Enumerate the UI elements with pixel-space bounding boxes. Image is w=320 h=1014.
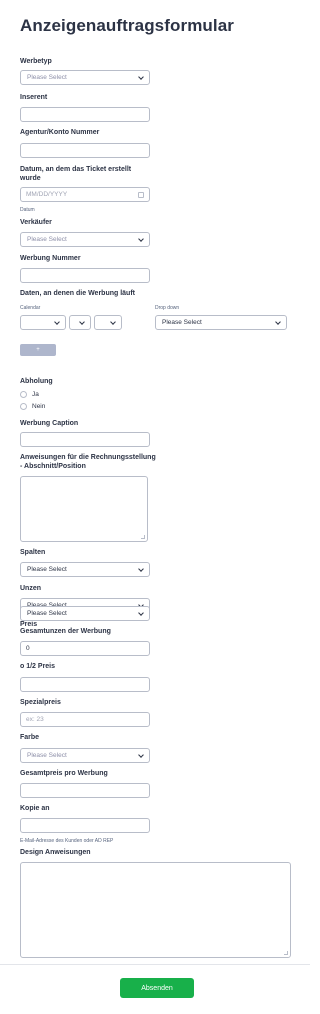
gesamtunzen-input[interactable]: 0	[20, 641, 150, 656]
agentur-input[interactable]	[20, 143, 150, 158]
chevron-down-icon	[138, 235, 144, 242]
abholung-label: Abholung	[20, 378, 53, 385]
gesamtunzen-value: 0	[26, 645, 30, 652]
werbetyp-value: Please Select	[27, 74, 67, 81]
abholung-option-label: Nein	[32, 403, 46, 410]
chevron-down-icon	[110, 318, 116, 325]
inserent-input[interactable]	[20, 107, 150, 122]
halb-preis-label: o 1/2 Preis	[20, 663, 56, 670]
anweisungen-textarea[interactable]	[20, 476, 148, 542]
day-select[interactable]	[69, 315, 91, 330]
spalten-value: Please Select	[27, 566, 67, 573]
farbe-select[interactable]: Please Select	[20, 748, 150, 763]
verkaeufer-value: Please Select	[27, 236, 67, 243]
daten-dropdown-value: Please Select	[162, 319, 202, 326]
add-date-button[interactable]: +	[20, 344, 56, 356]
design-textarea[interactable]	[20, 862, 291, 958]
caption-label: Werbung Caption	[20, 420, 79, 427]
kopie-label: Kopie an	[20, 805, 50, 812]
datum-placeholder: MM/DD/YYYY	[26, 191, 68, 198]
chevron-down-icon	[79, 318, 85, 325]
spezialpreis-label: Spezialpreis	[20, 699, 61, 706]
resize-handle-icon[interactable]	[141, 535, 145, 539]
inserent-label: Inserent	[20, 94, 48, 101]
datum-sublabel: Datum	[20, 207, 35, 213]
datum-label-line2: wurde	[20, 175, 41, 182]
month-select[interactable]	[20, 315, 66, 330]
chevron-down-icon	[138, 609, 144, 616]
unzen-label: Unzen	[20, 585, 41, 592]
chevron-down-icon	[138, 565, 144, 572]
gesamtpreis-label: Gesamtpreis pro Werbung	[20, 770, 108, 777]
anweisungen-label-line1: Anweisungen für die Rechnungsstellung	[20, 454, 156, 461]
abholung-option-nein[interactable]: Nein	[20, 403, 45, 410]
calendar-icon[interactable]	[138, 191, 144, 198]
caption-input[interactable]	[20, 432, 150, 447]
daten-dropdown-select[interactable]: Please Select	[155, 315, 287, 330]
preis-select[interactable]: Please Select	[20, 606, 150, 621]
verkaeufer-select[interactable]: Please Select	[20, 232, 150, 247]
year-select[interactable]	[94, 315, 122, 330]
werbung-nummer-label: Werbung Nummer	[20, 255, 81, 262]
kopie-sublabel: E-Mail-Adresse des Kunden oder AD REP	[20, 838, 114, 844]
preis-value: Please Select	[27, 610, 67, 617]
dropdown-label: Drop down	[155, 305, 180, 311]
radio-icon[interactable]	[20, 391, 27, 398]
kopie-input[interactable]	[20, 818, 150, 833]
abholung-option-label: Ja	[32, 391, 39, 398]
page-title: Anzeigenauftragsformular	[20, 16, 234, 35]
daten-label: Daten, an denen die Werbung läuft	[20, 290, 135, 297]
resize-handle-icon[interactable]	[284, 951, 288, 955]
chevron-down-icon	[138, 73, 144, 80]
farbe-label: Farbe	[20, 734, 40, 741]
chevron-down-icon	[275, 318, 281, 325]
spalten-label: Spalten	[20, 549, 46, 556]
gesamtpreis-input[interactable]	[20, 783, 150, 798]
datum-input[interactable]: MM/DD/YYYY	[20, 187, 150, 202]
werbetyp-select[interactable]: Please Select	[20, 70, 150, 85]
halb-preis-input[interactable]	[20, 677, 150, 692]
chevron-down-icon	[138, 751, 144, 758]
datum-label-line1: Datum, an dem das Ticket erstellt	[20, 166, 132, 173]
werbetyp-label: Werbetyp	[20, 58, 52, 65]
agentur-label: Agentur/Konto Nummer	[20, 129, 100, 136]
radio-icon[interactable]	[20, 403, 27, 410]
werbung-nummer-input[interactable]	[20, 268, 150, 283]
spezialpreis-placeholder: ex: 23	[26, 716, 44, 723]
abholung-option-ja[interactable]: Ja	[20, 391, 39, 398]
anweisungen-label-line2: - Abschnitt/Position	[20, 463, 86, 470]
design-label: Design Anweisungen	[20, 849, 91, 856]
chevron-down-icon	[54, 318, 60, 325]
farbe-value: Please Select	[27, 752, 67, 759]
spezialpreis-input[interactable]: ex: 23	[20, 712, 150, 727]
submit-button[interactable]: Absenden	[120, 978, 194, 998]
gesamtunzen-label: Gesamtunzen der Werbung	[20, 628, 111, 635]
spalten-select[interactable]: Please Select	[20, 562, 150, 577]
calendar-label: Calendar	[20, 305, 41, 311]
verkaeufer-label: Verkäufer	[20, 219, 52, 226]
footer-divider	[0, 964, 310, 965]
